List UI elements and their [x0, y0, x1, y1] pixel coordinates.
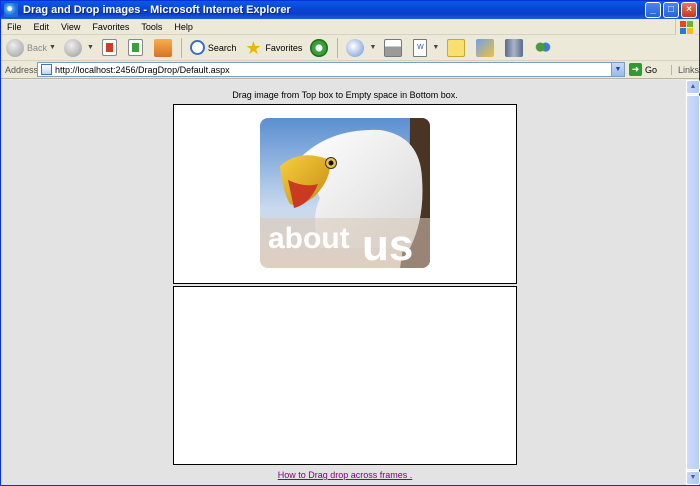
favorites-button[interactable]: ★ Favorites	[241, 37, 305, 59]
research-icon	[476, 38, 495, 57]
stop-button[interactable]	[99, 37, 123, 59]
ie-page-icon	[4, 3, 18, 17]
document-edit-icon: W	[413, 38, 428, 57]
close-button[interactable]: ×	[681, 2, 697, 18]
vertical-scrollbar[interactable]: ▲ ▼	[685, 80, 700, 485]
printer-icon	[384, 38, 403, 57]
go-label: Go	[644, 64, 657, 75]
chevron-down-icon[interactable]: ▼	[369, 44, 376, 51]
address-input[interactable]: http://localhost:2456/DragDrop/Default.a…	[37, 62, 625, 77]
address-url[interactable]: http://localhost:2456/DragDrop/Default.a…	[55, 65, 230, 75]
page-icon	[41, 64, 52, 75]
eagle-image-graphic: about us	[260, 118, 430, 268]
discuss-button[interactable]	[444, 37, 471, 59]
go-button[interactable]: ➜ Go	[628, 63, 657, 76]
maximize-button[interactable]: □	[663, 2, 679, 18]
address-bar: Address http://localhost:2456/DragDrop/D…	[1, 61, 699, 79]
windows-logo-icon	[675, 19, 695, 35]
note-icon	[447, 38, 466, 57]
mail-icon	[346, 38, 365, 57]
image-text-us: us	[362, 221, 413, 268]
binoculars-icon	[505, 38, 524, 57]
chevron-down-icon[interactable]: ▼	[49, 44, 56, 51]
address-label: Address	[5, 64, 39, 75]
refresh-button[interactable]	[125, 37, 149, 59]
msn-button[interactable]	[531, 37, 558, 59]
print-button[interactable]	[381, 37, 408, 59]
messenger-people-icon	[534, 38, 553, 57]
go-arrow-icon: ➜	[628, 63, 642, 76]
history-button[interactable]	[307, 37, 334, 59]
history-icon	[310, 38, 329, 57]
search-icon	[189, 40, 205, 55]
refresh-icon	[127, 39, 143, 56]
drag-drop-frames-link[interactable]: How to Drag drop across frames .	[174, 470, 516, 480]
top-drag-box[interactable]: about us	[173, 104, 517, 284]
chevron-down-icon[interactable]: ▼	[87, 44, 94, 51]
menu-tools[interactable]: Tools	[135, 22, 168, 32]
menu-favorites[interactable]: Favorites	[86, 22, 135, 32]
page-content: Drag image from Top box to Empty space i…	[1, 80, 685, 485]
home-button[interactable]	[151, 37, 178, 59]
back-button[interactable]: Back ▼	[3, 37, 59, 59]
menu-help[interactable]: Help	[168, 22, 199, 32]
forward-arrow-icon	[63, 38, 82, 57]
tools-button[interactable]	[502, 37, 529, 59]
address-dropdown-icon[interactable]: ▼	[610, 63, 624, 76]
search-button[interactable]: Search	[187, 37, 240, 59]
stop-icon	[101, 39, 117, 56]
browser-window: Drag and Drop images - Microsoft Interne…	[0, 0, 700, 486]
scroll-down-icon[interactable]: ▼	[686, 471, 700, 485]
bottom-drop-box[interactable]	[173, 286, 517, 465]
back-arrow-icon	[6, 38, 24, 57]
forward-button[interactable]: ▼	[61, 37, 97, 59]
chevron-down-icon[interactable]: ▼	[432, 44, 439, 51]
instruction-text: Drag image from Top box to Empty space i…	[232, 90, 458, 100]
scroll-thumb[interactable]	[686, 95, 700, 470]
home-icon	[153, 38, 172, 57]
toolbar-separator	[337, 37, 339, 58]
links-button[interactable]: Links	[670, 64, 699, 75]
edit-button[interactable]: W ▼	[410, 37, 442, 59]
window-title: Drag and Drop images - Microsoft Interne…	[23, 4, 291, 16]
image-text-about: about	[268, 222, 350, 255]
menu-edit[interactable]: Edit	[28, 22, 56, 32]
menu-bar: File Edit View Favorites Tools Help	[1, 19, 699, 35]
standard-toolbar: Back ▼ ▼ Search ★ Favorites ▼ W ▼	[1, 35, 699, 61]
toolbar-separator	[180, 37, 182, 58]
window-controls: _ □ ×	[645, 2, 697, 18]
mail-button[interactable]: ▼	[343, 37, 379, 59]
star-icon: ★	[245, 37, 262, 58]
scroll-up-icon[interactable]: ▲	[686, 80, 700, 94]
menu-view[interactable]: View	[55, 22, 86, 32]
minimize-button[interactable]: _	[645, 2, 661, 18]
messenger-button[interactable]	[473, 37, 500, 59]
menu-file[interactable]: File	[1, 22, 28, 32]
title-bar[interactable]: Drag and Drop images - Microsoft Interne…	[1, 1, 699, 19]
about-us-eagle-image[interactable]: about us	[260, 118, 430, 268]
